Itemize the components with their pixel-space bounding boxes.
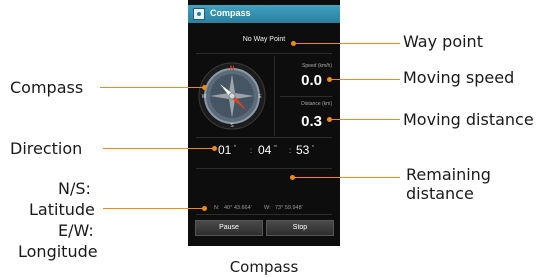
latitude-annotation: Latitude — [29, 200, 95, 219]
remaining-annotation-line1: Remaining — [406, 165, 491, 184]
compass-w-label: W — [202, 94, 207, 100]
speed-label: Speed (km/h) — [301, 63, 332, 69]
compass-dial: N E S W — [198, 62, 266, 130]
waypoint-text: No Way Point — [242, 36, 286, 43]
longitude-value: 73° 59.948' — [275, 205, 303, 211]
coordinates-callout-line — [103, 208, 203, 209]
direction-hours-unit: h — [234, 143, 237, 148]
app-title: Compass — [210, 8, 251, 18]
ew-annotation: E/W: — [58, 221, 94, 240]
figure-caption: Compass — [229, 258, 299, 276]
divider — [274, 56, 275, 136]
divider — [196, 137, 332, 138]
remaining-annotation-line2: distance — [406, 184, 474, 203]
moving-distance-annotation: Moving distance — [403, 110, 534, 129]
remaining-callout-line — [293, 177, 400, 178]
compass-annotation: Compass — [10, 78, 84, 97]
title-bar: Compass — [188, 5, 340, 23]
compass-app-icon — [193, 8, 205, 20]
waypoint-annotation: Way point — [403, 32, 483, 51]
waypoint-callout-line — [294, 43, 400, 44]
ns-annotation: N/S: — [58, 179, 91, 198]
compass-callout-line — [100, 87, 203, 88]
distance-label: Distance (km) — [301, 101, 332, 107]
direction-minutes-unit: m — [274, 143, 278, 148]
phone-screen: Compass No Way Point N E S W Speed (km/h… — [188, 0, 340, 246]
longitude-annotation: Longitude — [18, 242, 98, 261]
distance-value: 0.3 — [301, 113, 322, 130]
moving-speed-annotation: Moving speed — [403, 68, 515, 87]
direction-seconds: 53 — [296, 143, 310, 157]
direction-annotation: Direction — [10, 139, 83, 158]
longitude-label: W: — [264, 205, 271, 211]
divider — [280, 96, 332, 97]
divider — [196, 53, 332, 54]
direction-minutes: 04 — [258, 143, 272, 157]
latitude-value: 40° 43.664' — [224, 205, 252, 211]
divider — [196, 214, 332, 215]
distance-callout-line — [330, 119, 400, 120]
coordinates-marker-dot — [202, 206, 207, 211]
divider — [196, 168, 332, 169]
direction-separator: : — [289, 146, 292, 155]
speed-callout-line — [330, 79, 400, 80]
direction-callout-line — [103, 148, 213, 149]
stop-button[interactable]: Stop — [266, 220, 334, 236]
direction-hours: 01 — [218, 143, 232, 157]
speed-value: 0.0 — [301, 72, 322, 89]
compass-marker-dot — [202, 85, 207, 90]
pause-button[interactable]: Pause — [195, 220, 263, 236]
direction-seconds-unit: s — [312, 143, 314, 148]
latitude-label: N: — [214, 205, 220, 211]
direction-marker-dot — [212, 146, 217, 151]
compass-n-label: N — [230, 66, 234, 72]
direction-separator: : — [250, 146, 253, 155]
coordinates-row: N: 40° 43.664' W: 73° 59.948' — [188, 203, 340, 213]
